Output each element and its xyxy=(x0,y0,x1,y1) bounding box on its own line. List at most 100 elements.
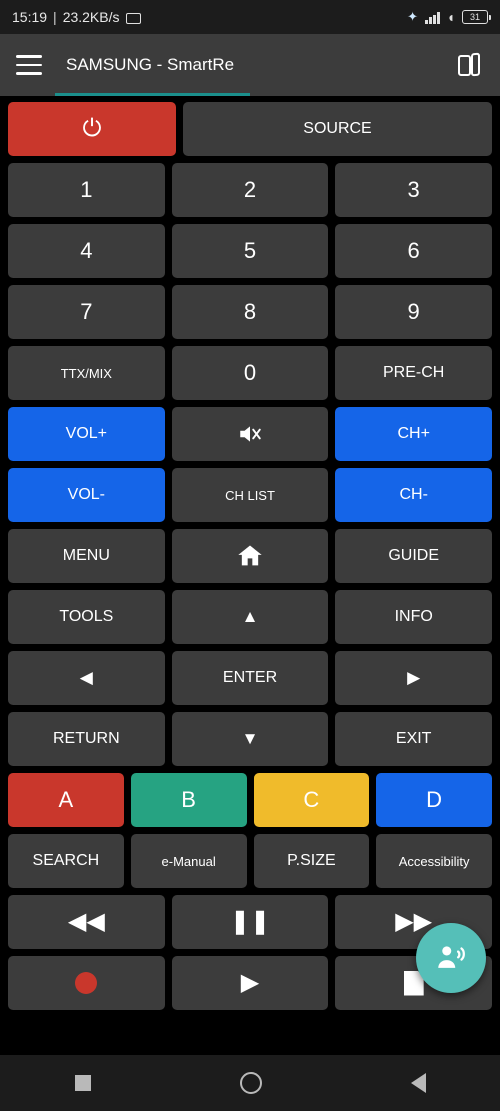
status-separator: | xyxy=(53,9,57,25)
key-2-button[interactable]: 2 xyxy=(171,163,329,217)
tools-button[interactable]: TOOLS xyxy=(8,590,165,644)
back-triangle-icon[interactable] xyxy=(410,1073,426,1093)
color-a-button-label: A xyxy=(58,787,74,812)
dpad-up-button-label: ▲ xyxy=(241,607,259,626)
pre-ch-button-label: PRE-CH xyxy=(383,364,445,381)
dpad-up-button[interactable]: ▲ xyxy=(171,590,329,644)
key-5-button[interactable]: 5 xyxy=(171,224,329,278)
channel-up-button-label: CH+ xyxy=(397,425,430,442)
key-8-button[interactable]: 8 xyxy=(171,285,329,339)
info-button[interactable]: INFO xyxy=(335,590,493,644)
remote-row: ⏻ SOURCE xyxy=(8,102,492,156)
enter-button[interactable]: ENTER xyxy=(171,651,329,705)
wifi-icon: ◖ xyxy=(446,9,455,25)
source-button[interactable]: SOURCE xyxy=(183,102,492,156)
remote-row: VOL- CH LIST CH- xyxy=(8,468,493,522)
accessibility-button[interactable]: Accessibility xyxy=(376,834,492,888)
channel-list-button-label: CH LIST xyxy=(225,487,275,503)
return-button-label: RETURN xyxy=(53,730,120,747)
color-d-button-label: D xyxy=(426,787,443,812)
clock: 15:19 xyxy=(12,9,48,25)
guide-button[interactable]: GUIDE xyxy=(335,529,493,583)
e-manual-button[interactable]: e-Manual xyxy=(130,834,247,888)
key-8-button-label: 8 xyxy=(243,299,257,324)
pre-ch-button[interactable]: PRE-CH xyxy=(335,346,493,400)
pause-button[interactable]: ❚❚ xyxy=(171,895,329,949)
tools-button-label: TOOLS xyxy=(59,608,114,625)
color-d-button[interactable]: D xyxy=(376,773,492,827)
remote-row: 1 2 3 xyxy=(8,163,493,217)
remote-row: SEARCH e-Manual P.SIZE Accessibility xyxy=(8,834,492,888)
dpad-down-button[interactable]: ▼ xyxy=(171,712,329,766)
channel-up-button[interactable]: CH+ xyxy=(335,407,493,461)
phone-screen: 15:19 | 23.2KB/s ✦ ◖ 31 SAMSUNG - SmartR… xyxy=(0,0,500,1111)
enter-button-label: ENTER xyxy=(222,669,278,686)
color-c-button-label: C xyxy=(303,787,320,812)
remote-row: ◀ ENTER ▶ xyxy=(8,651,493,705)
power-button-label: ⏻ xyxy=(82,115,102,142)
hamburger-menu-icon[interactable] xyxy=(16,55,42,75)
exit-button-label: EXIT xyxy=(395,730,432,747)
status-bar-left: 15:19 | 23.2KB/s xyxy=(12,9,141,25)
bluetooth-icon: ✦ xyxy=(407,9,419,24)
remote-row: TTX/MIX 0 PRE-CH xyxy=(8,346,493,400)
key-0-button[interactable]: 0 xyxy=(171,346,329,400)
exit-button[interactable]: EXIT xyxy=(335,712,493,766)
recents-square-icon[interactable] xyxy=(74,1075,91,1091)
color-b-button[interactable]: B xyxy=(130,773,247,827)
key-1-button[interactable]: 1 xyxy=(8,163,165,217)
mute-button[interactable] xyxy=(171,407,329,461)
color-b-button-label: B xyxy=(181,787,196,812)
home-circle-icon[interactable] xyxy=(239,1072,262,1094)
color-a-button[interactable]: A xyxy=(8,773,124,827)
monitor-icon xyxy=(125,12,141,24)
fast-forward-button-label: ▶▶ xyxy=(395,908,433,935)
remote-row: VOL+ CH+ xyxy=(8,407,493,461)
home-button[interactable] xyxy=(171,529,329,583)
e-manual-button-label: e-Manual xyxy=(161,853,216,869)
dpad-right-button[interactable]: ▶ xyxy=(335,651,493,705)
ttx-mix-button[interactable]: TTX/MIX xyxy=(8,346,165,400)
dpad-down-button-label: ▼ xyxy=(241,729,259,748)
channel-down-button-label: CH- xyxy=(399,486,428,503)
cellular-signal-icon xyxy=(425,11,440,24)
voice-assistant-icon[interactable] xyxy=(416,923,486,993)
dpad-right-button-label: ▶ xyxy=(407,668,421,687)
ttx-mix-button-label: TTX/MIX xyxy=(60,365,112,381)
pause-button-label: ❚❚ xyxy=(229,908,271,935)
play-button[interactable]: ▶ xyxy=(171,956,329,1010)
key-3-button[interactable]: 3 xyxy=(335,163,493,217)
remote-row: A B C D xyxy=(8,773,492,827)
key-3-button-label: 3 xyxy=(407,177,420,202)
return-button[interactable]: RETURN xyxy=(8,712,165,766)
rewind-button[interactable]: ◀◀ xyxy=(8,895,165,949)
dpad-left-button-label: ◀ xyxy=(79,668,93,687)
p-size-button[interactable]: P.SIZE xyxy=(253,834,370,888)
dpad-left-button[interactable]: ◀ xyxy=(8,651,165,705)
menu-button[interactable]: MENU xyxy=(8,529,165,583)
key-9-button[interactable]: 9 xyxy=(335,285,493,339)
key-7-button[interactable]: 7 xyxy=(8,285,165,339)
color-c-button[interactable]: C xyxy=(253,773,370,827)
status-bar: 15:19 | 23.2KB/s ✦ ◖ 31 xyxy=(0,0,500,34)
p-size-button-label: P.SIZE xyxy=(287,852,336,869)
search-button-label: SEARCH xyxy=(32,852,100,869)
channel-down-button[interactable]: CH- xyxy=(335,468,493,522)
channel-list-button[interactable]: CH LIST xyxy=(171,468,329,522)
source-button-label: SOURCE xyxy=(303,120,372,137)
key-0-button-label: 0 xyxy=(243,360,257,385)
search-button[interactable]: SEARCH xyxy=(8,834,124,888)
switch-remote-icon[interactable] xyxy=(458,52,484,78)
play-button-label: ▶ xyxy=(240,969,260,996)
key-6-button[interactable]: 6 xyxy=(335,224,493,278)
volume-up-button[interactable]: VOL+ xyxy=(8,407,165,461)
mute-icon xyxy=(240,426,261,442)
volume-down-button-label: VOL- xyxy=(67,486,105,503)
remote-row: 4 5 6 xyxy=(8,224,493,278)
power-button[interactable]: ⏻ xyxy=(8,102,176,156)
key-4-button[interactable]: 4 xyxy=(8,224,165,278)
home-icon xyxy=(238,545,262,566)
key-1-button-label: 1 xyxy=(80,177,93,202)
record-button[interactable] xyxy=(8,956,165,1010)
volume-down-button[interactable]: VOL- xyxy=(8,468,165,522)
